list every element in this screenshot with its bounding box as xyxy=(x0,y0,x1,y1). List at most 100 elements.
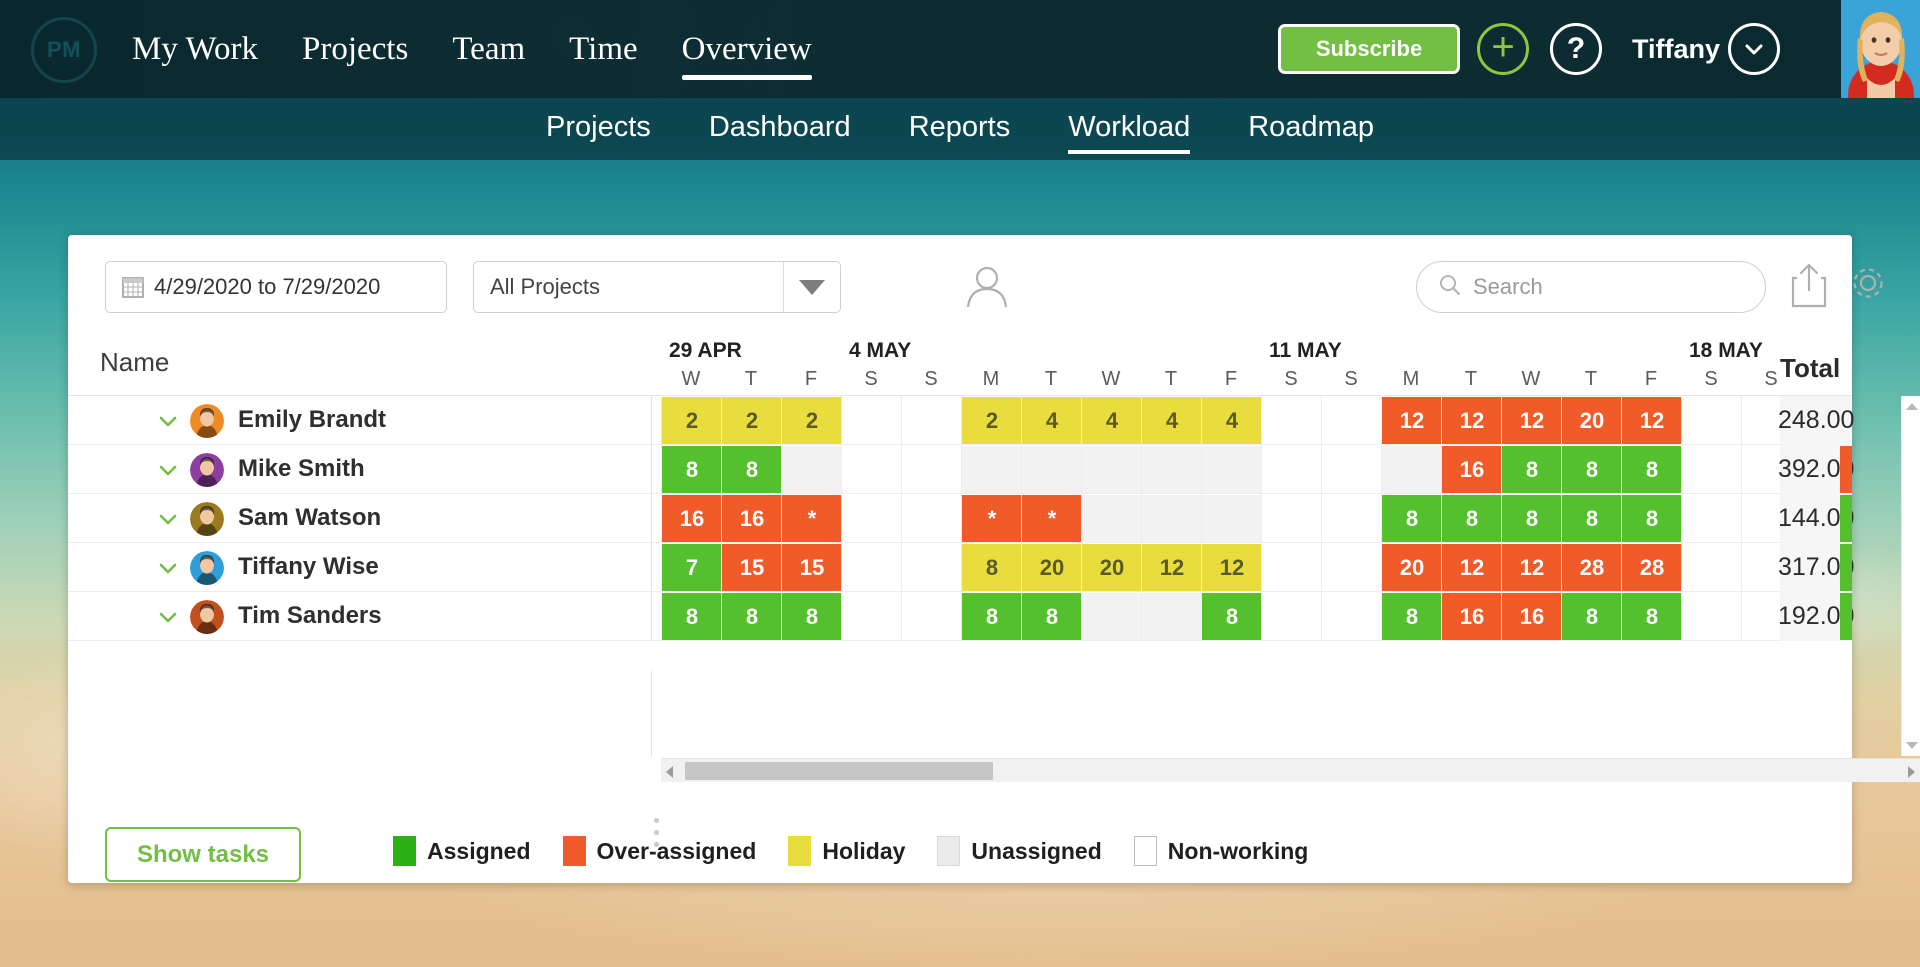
workload-cell[interactable]: 2 xyxy=(782,397,842,444)
workload-cell[interactable] xyxy=(1322,397,1382,444)
workload-cell[interactable]: 8 xyxy=(1562,593,1622,640)
workload-cell[interactable]: 16 xyxy=(662,495,722,542)
workload-cell[interactable] xyxy=(1082,495,1142,542)
workload-cell[interactable]: 12 xyxy=(1202,544,1262,591)
workload-cell[interactable]: 8 xyxy=(662,593,722,640)
workload-cell[interactable]: 28 xyxy=(1562,544,1622,591)
project-filter-arrow[interactable] xyxy=(783,262,840,312)
workload-cell[interactable] xyxy=(1382,446,1442,493)
nav-item-time[interactable]: Time xyxy=(547,0,659,98)
workload-cell[interactable] xyxy=(902,593,962,640)
nav-item-overview[interactable]: Overview xyxy=(660,0,834,98)
workload-cell[interactable] xyxy=(902,495,962,542)
scroll-down-icon[interactable] xyxy=(1906,742,1918,749)
user-name[interactable]: Tiffany xyxy=(1632,23,1720,75)
workload-cell[interactable] xyxy=(1742,544,1780,591)
subnav-item-projects[interactable]: Projects xyxy=(517,98,680,160)
workload-cell[interactable] xyxy=(902,544,962,591)
workload-cell[interactable] xyxy=(1682,446,1742,493)
workload-cell[interactable] xyxy=(1082,446,1142,493)
workload-cell[interactable]: 20 xyxy=(1082,544,1142,591)
workload-cell[interactable]: 4 xyxy=(1202,397,1262,444)
user-avatar-photo[interactable] xyxy=(1841,0,1920,98)
workload-cell[interactable]: 4 xyxy=(1142,397,1202,444)
workload-cell[interactable]: 16 xyxy=(722,495,782,542)
workload-cell[interactable]: 16 xyxy=(1502,593,1562,640)
workload-cell[interactable] xyxy=(842,495,902,542)
workload-cell[interactable]: 20 xyxy=(1022,544,1082,591)
workload-cell[interactable]: 8 xyxy=(1622,495,1682,542)
person-filter-button[interactable] xyxy=(961,261,1013,313)
row-name[interactable]: Tim Sanders xyxy=(238,602,382,630)
workload-cell[interactable]: 8 xyxy=(1622,593,1682,640)
scroll-up-icon[interactable] xyxy=(1906,403,1918,410)
scroll-left-icon[interactable] xyxy=(666,766,673,778)
workload-cell[interactable] xyxy=(842,397,902,444)
workload-cell[interactable]: 28 xyxy=(1622,544,1682,591)
row-name[interactable]: Emily Brandt xyxy=(238,406,386,434)
workload-cell[interactable]: 8 xyxy=(722,593,782,640)
workload-cell[interactable] xyxy=(1682,495,1742,542)
workload-cell[interactable] xyxy=(902,446,962,493)
workload-cell[interactable]: 16 xyxy=(1442,593,1502,640)
export-button[interactable] xyxy=(1790,261,1828,309)
workload-cell[interactable] xyxy=(1682,397,1742,444)
column-header-total[interactable]: Total xyxy=(1780,353,1840,384)
workload-cell[interactable] xyxy=(1262,397,1322,444)
nav-item-projects[interactable]: Projects xyxy=(280,0,430,98)
workload-cell[interactable] xyxy=(1742,495,1780,542)
vertical-scrollbar[interactable] xyxy=(1901,396,1920,756)
row-name[interactable]: Mike Smith xyxy=(238,455,365,483)
workload-cell[interactable]: 2 xyxy=(722,397,782,444)
workload-cell[interactable]: 2 xyxy=(962,397,1022,444)
workload-cell[interactable]: 7 xyxy=(662,544,722,591)
workload-cell[interactable]: 12 xyxy=(1622,397,1682,444)
workload-cell[interactable] xyxy=(1142,593,1202,640)
workload-cell[interactable]: 12 xyxy=(1142,544,1202,591)
chevron-down-icon[interactable] xyxy=(156,556,180,580)
date-range-picker[interactable]: 4/29/2020 to 7/29/2020 xyxy=(105,261,447,313)
workload-cell[interactable]: 8 xyxy=(962,593,1022,640)
workload-cell[interactable]: 8 xyxy=(1442,495,1502,542)
workload-cell[interactable] xyxy=(782,446,842,493)
workload-cell[interactable]: 8 xyxy=(1562,495,1622,542)
workload-cell[interactable] xyxy=(842,593,902,640)
search-input[interactable]: Search xyxy=(1416,261,1766,313)
horizontal-scroll-thumb[interactable] xyxy=(685,762,993,780)
workload-cell[interactable]: 8 xyxy=(662,446,722,493)
column-resize-handle[interactable] xyxy=(654,818,659,852)
workload-cell[interactable]: 12 xyxy=(1442,397,1502,444)
workload-cell[interactable] xyxy=(1202,446,1262,493)
workload-cell[interactable]: 4 xyxy=(1022,397,1082,444)
workload-cell[interactable]: 12 xyxy=(1382,397,1442,444)
workload-cell[interactable]: 16 xyxy=(1442,446,1502,493)
chevron-down-icon[interactable] xyxy=(156,409,180,433)
add-button[interactable]: + xyxy=(1477,23,1529,75)
workload-cell[interactable]: 20 xyxy=(1382,544,1442,591)
workload-cell[interactable] xyxy=(1742,397,1780,444)
scroll-right-icon[interactable] xyxy=(1908,766,1915,778)
subnav-item-roadmap[interactable]: Roadmap xyxy=(1219,98,1403,160)
workload-cell[interactable] xyxy=(1322,593,1382,640)
workload-cell[interactable]: 20 xyxy=(1562,397,1622,444)
workload-cell[interactable] xyxy=(1202,495,1262,542)
workload-cell[interactable]: 8 xyxy=(1022,593,1082,640)
table-row[interactable]: Tim Sanders888888816168888192.00 xyxy=(68,592,1852,641)
chevron-down-icon[interactable] xyxy=(156,507,180,531)
workload-cell[interactable] xyxy=(1142,495,1202,542)
row-name[interactable]: Sam Watson xyxy=(238,504,381,532)
table-row[interactable]: Tiffany Wise7151582020121220121228282824… xyxy=(68,543,1852,592)
column-header-name[interactable]: Name xyxy=(100,347,169,378)
chevron-down-icon[interactable] xyxy=(156,605,180,629)
workload-cell[interactable] xyxy=(1262,446,1322,493)
workload-cell[interactable] xyxy=(1322,446,1382,493)
workload-cell[interactable]: 8 xyxy=(1382,593,1442,640)
workload-cell[interactable] xyxy=(1682,544,1742,591)
workload-cell[interactable]: 8 xyxy=(1502,446,1562,493)
workload-cell[interactable]: * xyxy=(1022,495,1082,542)
nav-item-my-work[interactable]: My Work xyxy=(110,0,280,98)
workload-cell[interactable]: 8 xyxy=(782,593,842,640)
workload-cell[interactable] xyxy=(1262,593,1322,640)
workload-cell[interactable] xyxy=(842,446,902,493)
workload-cell[interactable] xyxy=(842,544,902,591)
